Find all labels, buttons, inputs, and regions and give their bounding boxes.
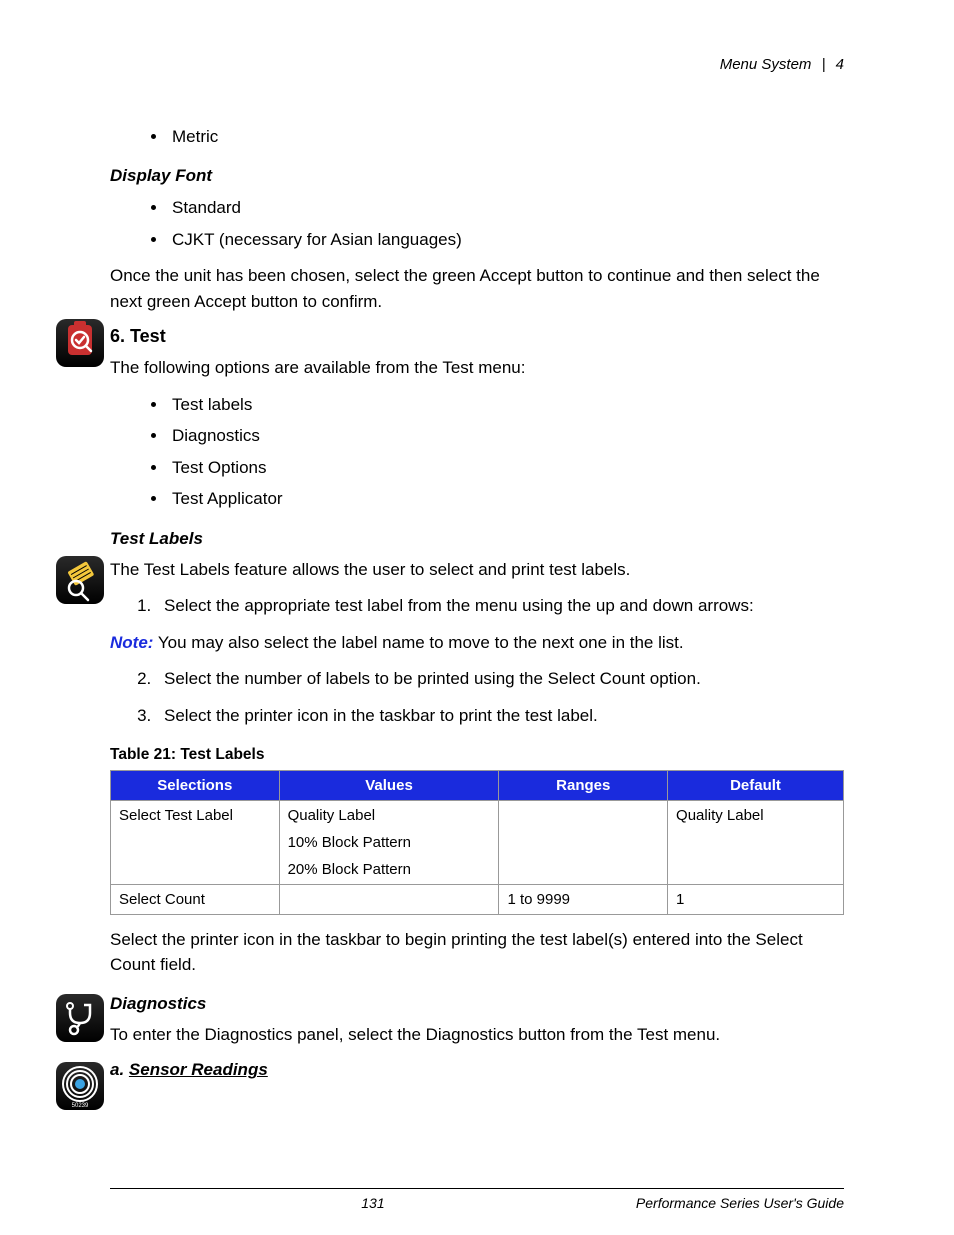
- sensor-readings-heading: a. Sensor Readings: [110, 1057, 844, 1083]
- diagnostics-intro: To enter the Diagnostics panel, select t…: [110, 1022, 844, 1048]
- cell-ranges: [499, 800, 668, 884]
- test-labels-icon: [56, 556, 104, 604]
- test-labels-note: Note: You may also select the label name…: [110, 630, 844, 656]
- sensor-icon: 50239: [56, 1062, 104, 1110]
- cell-ranges: 1 to 9999: [499, 884, 668, 914]
- list-item: Select the printer icon in the taskbar t…: [156, 700, 844, 731]
- test-labels-heading: Test Labels: [110, 529, 844, 549]
- after-table: Select the printer icon in the taskbar t…: [110, 927, 844, 978]
- footer-page: 131: [110, 1195, 636, 1211]
- header-section: Menu System: [720, 56, 812, 73]
- sensor-readings-label: Sensor Readings: [129, 1060, 268, 1079]
- list-item: Select the number of labels to be printe…: [156, 663, 844, 694]
- table-header: Selections: [111, 770, 280, 800]
- diagnostics-icon: [56, 994, 104, 1042]
- test-labels-steps: Select the appropriate test label from t…: [110, 590, 844, 621]
- display-font-after: Once the unit has been chosen, select th…: [110, 263, 844, 314]
- list-item: Test Options: [168, 452, 844, 483]
- table-header: Values: [279, 770, 499, 800]
- page-header: Menu System | 4: [110, 56, 844, 73]
- value-item: Quality Label: [288, 807, 491, 824]
- list-item: Select the appropriate test label from t…: [156, 590, 844, 621]
- test-items: Test labels Diagnostics Test Options Tes…: [110, 389, 844, 515]
- test-labels-intro: The Test Labels feature allows the user …: [110, 557, 844, 583]
- list-item: Test labels: [168, 389, 844, 420]
- value-item: 10% Block Pattern: [288, 834, 491, 851]
- list-item: Standard: [168, 192, 844, 223]
- sub-prefix: a.: [110, 1060, 129, 1079]
- list-item: Diagnostics: [168, 420, 844, 451]
- cell-default: 1: [668, 884, 844, 914]
- footer-book: Performance Series User's Guide: [636, 1195, 844, 1211]
- page-footer: 131 Performance Series User's Guide: [110, 1188, 844, 1211]
- table-header: Default: [668, 770, 844, 800]
- header-chapter: 4: [836, 56, 844, 73]
- list-item: CJKT (necessary for Asian languages): [168, 224, 844, 255]
- cell-default: Quality Label: [668, 800, 844, 884]
- display-font-list: Standard CJKT (necessary for Asian langu…: [110, 192, 844, 255]
- table-row: Select Count 1 to 9999 1: [111, 884, 844, 914]
- cell-selections: Select Count: [111, 884, 280, 914]
- sensor-code: 50239: [72, 1103, 89, 1109]
- test-intro: The following options are available from…: [110, 355, 844, 381]
- cell-values: [279, 884, 499, 914]
- metric-list: Metric: [110, 121, 844, 152]
- note-text: You may also select the label name to mo…: [153, 633, 683, 652]
- note-label: Note:: [110, 633, 153, 652]
- diagnostics-heading: Diagnostics: [110, 994, 844, 1014]
- test-labels-steps-cont: Select the number of labels to be printe…: [110, 663, 844, 732]
- test-icon: [56, 319, 104, 367]
- list-item: Metric: [168, 121, 844, 152]
- list-item: Test Applicator: [168, 483, 844, 514]
- test-labels-table: Selections Values Ranges Default Select …: [110, 770, 844, 915]
- test-heading: 6. Test: [110, 326, 844, 347]
- value-item: 20% Block Pattern: [288, 861, 491, 878]
- table-row: Select Test Label Quality Label 10% Bloc…: [111, 800, 844, 884]
- display-font-heading: Display Font: [110, 166, 844, 186]
- header-divider: |: [822, 56, 826, 73]
- cell-values: Quality Label 10% Block Pattern 20% Bloc…: [279, 800, 499, 884]
- table-caption: Table 21: Test Labels: [110, 746, 844, 764]
- cell-selections: Select Test Label: [111, 800, 280, 884]
- table-header: Ranges: [499, 770, 668, 800]
